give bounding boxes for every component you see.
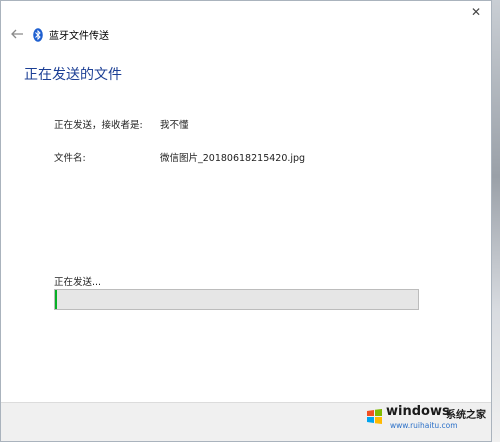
title-bar: 蓝牙文件传送 ✕ (1, 1, 491, 61)
page-title: 正在发送的文件 (24, 67, 122, 83)
recipient-label: 正在发送，接收者是: (54, 120, 143, 131)
status-label: 正在发送... (54, 277, 102, 288)
watermark-url: www.ruihaitu.com (390, 421, 458, 430)
bluetooth-icon (33, 27, 43, 42)
progress-fill (55, 290, 57, 309)
watermark-subtitle: 系统之家 (446, 410, 486, 421)
bluetooth-transfer-window: 蓝牙文件传送 ✕ 正在发送的文件 正在发送，接收者是: 我不懂 文件名: 微信图… (0, 0, 492, 442)
progress-bar (54, 289, 419, 310)
window-title: 蓝牙文件传送 (49, 31, 109, 42)
watermark: windows 系统之家 www.ruihaitu.com (364, 404, 490, 434)
back-arrow-icon[interactable] (9, 26, 25, 42)
watermark-brand: windows (386, 404, 450, 419)
recipient-value: 我不懂 (160, 120, 189, 131)
filename-value: 微信图片_20180618215420.jpg (160, 153, 306, 164)
filename-label: 文件名: (54, 153, 86, 164)
windows-logo-icon (366, 408, 383, 425)
close-icon[interactable]: ✕ (467, 5, 485, 19)
